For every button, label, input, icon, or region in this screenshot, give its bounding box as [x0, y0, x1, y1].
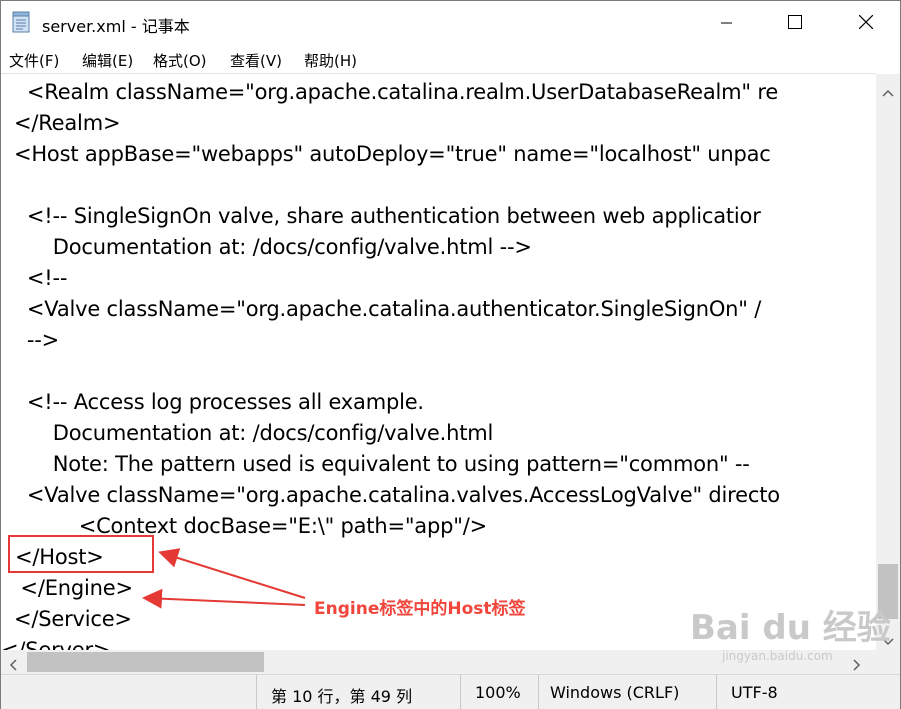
encoding: UTF-8	[731, 683, 778, 702]
editor-line: <!--	[1, 266, 68, 290]
editor-line: Note: The pattern used is equivalent to …	[1, 452, 750, 476]
scroll-left-icon[interactable]	[9, 656, 17, 675]
menu-view[interactable]: 查看(V)	[230, 50, 282, 71]
watermark: Bai du 经验 jingyan.baidu.com	[690, 600, 891, 663]
maximize-icon	[788, 14, 802, 33]
minimize-icon	[721, 14, 733, 33]
status-segment-encoding: UTF-8	[716, 675, 901, 709]
editor-line: </Engine>	[1, 576, 133, 600]
status-segment-line-ending: Windows (CRLF)	[538, 675, 715, 709]
minimize-button[interactable]	[704, 1, 750, 46]
editor-line: </Service>	[1, 607, 132, 631]
menu-format[interactable]: 格式(O)	[153, 50, 207, 71]
horizontal-scroll-thumb[interactable]	[27, 652, 264, 672]
zoom-level: 100%	[475, 683, 521, 702]
editor-line: <Valve className="org.apache.catalina.va…	[1, 483, 780, 507]
menu-file[interactable]: 文件(F)	[9, 50, 59, 71]
scroll-up-icon[interactable]	[882, 82, 894, 101]
vertical-scrollbar[interactable]	[876, 74, 900, 650]
menu-help[interactable]: 帮助(H)	[304, 50, 357, 71]
editor-line: <!-- Access log processes all example.	[1, 390, 424, 414]
notepad-icon	[12, 11, 30, 33]
close-icon	[858, 14, 874, 33]
editor-line: -->	[1, 328, 60, 352]
status-segment-position: 第 10 行，第 49 列	[256, 675, 457, 709]
highlight-box	[8, 535, 154, 573]
editor-line: <Host appBase="webapps" autoDeploy="true…	[1, 142, 771, 166]
editor-line: Documentation at: /docs/config/valve.htm…	[1, 235, 532, 259]
cursor-position: 第 10 行，第 49 列	[271, 687, 413, 706]
annotation-label: Engine标签中的Host标签	[314, 599, 526, 619]
menu-edit[interactable]: 编辑(E)	[82, 50, 133, 71]
watermark-brand: Bai du 经验	[690, 608, 891, 648]
editor-line: </Realm>	[1, 111, 121, 135]
window-title: server.xml - 记事本	[42, 17, 190, 36]
maximize-button[interactable]	[772, 1, 818, 46]
editor-line: <Valve className="org.apache.catalina.au…	[1, 297, 762, 321]
status-segment-zoom: 100%	[460, 675, 537, 709]
editor-line: Documentation at: /docs/config/valve.htm…	[1, 421, 494, 445]
status-bar: 第 10 行，第 49 列 100% Windows (CRLF) UTF-8	[1, 674, 900, 709]
close-button[interactable]	[843, 1, 889, 46]
editor-line: <Realm className="org.apache.catalina.re…	[1, 80, 779, 104]
menu-bar: 文件(F) 编辑(E) 格式(O) 查看(V) 帮助(H)	[1, 46, 900, 73]
watermark-url: jingyan.baidu.com	[722, 649, 833, 663]
line-ending: Windows (CRLF)	[550, 683, 680, 702]
editor-line: <!-- SingleSignOn valve, share authentic…	[1, 204, 761, 228]
title-bar: server.xml - 记事本	[1, 1, 900, 46]
